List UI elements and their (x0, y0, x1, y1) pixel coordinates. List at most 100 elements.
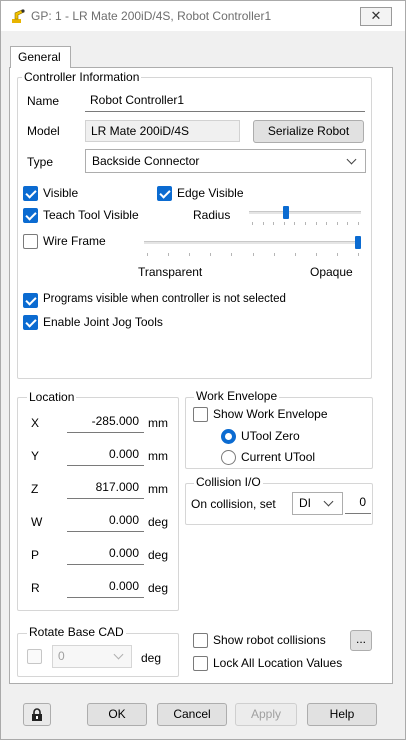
location-w-field[interactable]: 0.000 (67, 510, 144, 532)
collision-io-legend: Collision I/O (194, 475, 263, 489)
radius-slider-thumb[interactable] (282, 206, 289, 219)
slider-tick (336, 253, 338, 256)
cancel-button[interactable]: Cancel (157, 703, 227, 726)
type-select[interactable]: Backside Connector (85, 149, 366, 173)
location-p-unit: deg (148, 548, 169, 562)
chevron-down-icon (323, 496, 334, 507)
slider-tick (147, 253, 148, 256)
chevron-down-icon (113, 649, 124, 660)
enable-joint-jog-checkbox[interactable] (23, 315, 38, 330)
location-z-field[interactable]: 817.000 (67, 477, 144, 499)
type-select-value: Backside Connector (92, 154, 200, 168)
location-axis-w: W (31, 515, 43, 529)
location-p-field[interactable]: 0.000 (67, 543, 144, 565)
current-utool-label: Current UTool (241, 450, 316, 464)
apply-button[interactable]: Apply (235, 703, 297, 726)
slider-tick (273, 253, 275, 256)
collision-io-index-field[interactable]: 0 (345, 492, 371, 514)
padlock-icon (32, 708, 42, 721)
close-icon: ✕ (370, 8, 382, 23)
programs-visible-label: Programs visible when controller is not … (43, 293, 286, 305)
serialize-robot-button[interactable]: Serialize Robot (253, 120, 364, 143)
slider-tick (294, 222, 296, 225)
teach-tool-visible-label: Teach Tool Visible (43, 208, 139, 222)
slider-tick (273, 222, 275, 225)
enable-joint-jog-label: Enable Joint Jog Tools (43, 315, 163, 329)
location-axis-p: P (31, 548, 40, 562)
collision-options-button[interactable]: ... (350, 630, 372, 651)
slider-tick (315, 222, 317, 225)
visible-checkbox[interactable] (23, 186, 38, 201)
help-button[interactable]: Help (307, 703, 377, 726)
slider-tick (358, 222, 359, 225)
show-robot-collisions-checkbox[interactable] (193, 633, 208, 648)
properties-window: GP: 1 - LR Mate 200iD/4S, Robot Controll… (0, 0, 406, 740)
visible-label: Visible (43, 186, 79, 200)
slider-tick (252, 222, 253, 225)
slider-tick (262, 222, 264, 225)
location-axis-x: X (31, 416, 40, 430)
programs-visible-checkbox[interactable] (23, 293, 38, 308)
rotate-base-cad-unit: deg (141, 651, 162, 665)
slider-tick (210, 253, 212, 256)
location-legend: Location (27, 390, 77, 404)
ok-button[interactable]: OK (87, 703, 147, 726)
edge-visible-label: Edge Visible (177, 186, 244, 200)
location-axis-r: R (31, 581, 40, 595)
location-r-unit: deg (148, 581, 169, 595)
rotate-base-cad-legend: Rotate Base CAD (27, 625, 126, 639)
lock-all-location-checkbox[interactable] (193, 656, 208, 671)
teach-tool-visible-checkbox[interactable] (23, 208, 38, 223)
location-w-unit: deg (148, 515, 169, 529)
location-axis-y: Y (31, 449, 40, 463)
name-field[interactable]: Robot Controller1 (85, 90, 365, 112)
lock-button[interactable] (23, 703, 51, 726)
window-title: GP: 1 - LR Mate 200iD/4S, Robot Controll… (31, 9, 272, 23)
show-work-envelope-checkbox[interactable] (193, 407, 208, 422)
utool-zero-radio[interactable] (221, 429, 236, 444)
slider-tick (294, 253, 296, 256)
rotate-base-cad-value: 0 (58, 649, 65, 663)
location-r-field[interactable]: 0.000 (67, 576, 144, 598)
rotate-base-cad-checkbox[interactable] (27, 649, 42, 664)
model-label: Model (27, 124, 60, 138)
slider-tick (231, 253, 233, 256)
slider-tick (189, 253, 191, 256)
robot-arm-icon (12, 9, 25, 23)
slider-tick (283, 222, 285, 225)
wire-frame-checkbox[interactable] (23, 234, 38, 249)
slider-tick (358, 253, 359, 256)
current-utool-radio[interactable] (221, 450, 236, 465)
slider-tick (336, 222, 338, 225)
controller-information-legend: Controller Information (22, 70, 142, 84)
location-z-unit: mm (148, 482, 168, 496)
tab-general[interactable]: General (10, 46, 71, 68)
location-x-field[interactable]: -285.000 (67, 411, 144, 433)
work-envelope-legend: Work Envelope (194, 389, 280, 403)
title-bar[interactable]: GP: 1 - LR Mate 200iD/4S, Robot Controll… (1, 1, 405, 31)
slider-tick (315, 253, 317, 256)
radius-slider-track[interactable] (249, 211, 361, 214)
edge-visible-checkbox[interactable] (157, 186, 172, 201)
slider-tick (326, 222, 328, 225)
transparent-label: Transparent (138, 265, 203, 279)
wire-frame-label: Wire Frame (43, 234, 106, 248)
model-field: LR Mate 200iD/4S (85, 120, 240, 142)
show-work-envelope-label: Show Work Envelope (213, 407, 328, 421)
on-collision-label: On collision, set (191, 497, 276, 511)
close-button[interactable]: ✕ (360, 7, 392, 26)
tab-general-label: General (18, 50, 61, 64)
rotate-base-cad-select[interactable]: 0 (52, 645, 132, 668)
opacity-slider-track[interactable] (144, 241, 361, 244)
utool-zero-label: UTool Zero (241, 429, 300, 443)
location-y-field[interactable]: 0.000 (67, 444, 144, 466)
show-robot-collisions-label: Show robot collisions (213, 633, 326, 647)
collision-io-type-value: DI (299, 496, 311, 510)
slider-tick (168, 253, 170, 256)
opacity-slider-thumb[interactable] (355, 236, 361, 249)
collision-io-type-select[interactable]: DI (292, 492, 343, 515)
slider-tick (252, 253, 254, 256)
lock-all-location-label: Lock All Location Values (213, 656, 343, 670)
location-axis-z: Z (31, 482, 39, 496)
type-label: Type (27, 155, 54, 169)
